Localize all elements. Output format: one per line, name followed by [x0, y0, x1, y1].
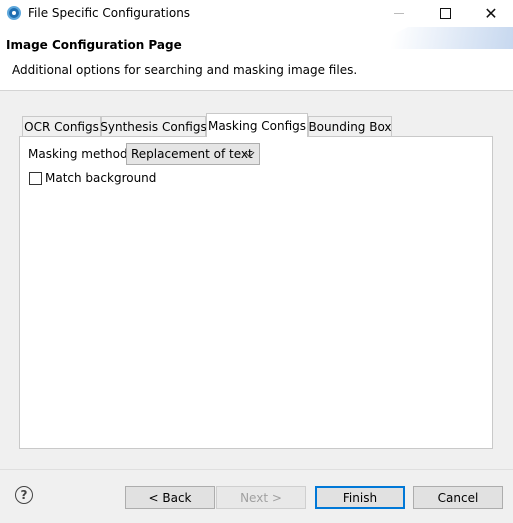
next-button[interactable]: Next > [216, 486, 306, 509]
wizard-header: Image Configuration Page Additional opti… [0, 27, 513, 91]
minimize-button[interactable] [376, 0, 422, 27]
match-background-label[interactable]: Match background [45, 171, 156, 185]
masking-method-label: Masking method: [28, 147, 132, 161]
app-icon [7, 6, 21, 20]
title-bar: File Specific Configurations ✕ [0, 0, 513, 27]
tab-ocr-configs[interactable]: OCR Configs [22, 116, 101, 137]
minimize-icon [394, 13, 404, 14]
masking-method-select[interactable]: Replacement of text [126, 143, 260, 165]
match-background-checkbox[interactable] [29, 172, 42, 185]
footer-divider [0, 469, 513, 470]
window-title: File Specific Configurations [28, 6, 191, 20]
tab-synthesis-configs[interactable]: Synthesis Configs [100, 116, 207, 137]
cancel-button[interactable]: Cancel [413, 486, 503, 509]
header-banner-graphic [363, 27, 513, 49]
page-description: Additional options for searching and mas… [12, 63, 358, 77]
help-glyph: ? [20, 488, 28, 502]
help-icon[interactable]: ? [15, 486, 33, 504]
tab-masking-configs[interactable]: Masking Configs [206, 113, 308, 137]
back-button[interactable]: < Back [125, 486, 215, 509]
close-button[interactable]: ✕ [468, 0, 513, 27]
masking-method-value: Replacement of text [131, 147, 253, 161]
maximize-button[interactable] [422, 0, 468, 27]
close-icon: ✕ [484, 4, 498, 23]
maximize-icon [439, 8, 451, 19]
tab-bounding-box[interactable]: Bounding Box [308, 116, 392, 137]
finish-button[interactable]: Finish [315, 486, 405, 509]
page-title: Image Configuration Page [6, 38, 182, 52]
